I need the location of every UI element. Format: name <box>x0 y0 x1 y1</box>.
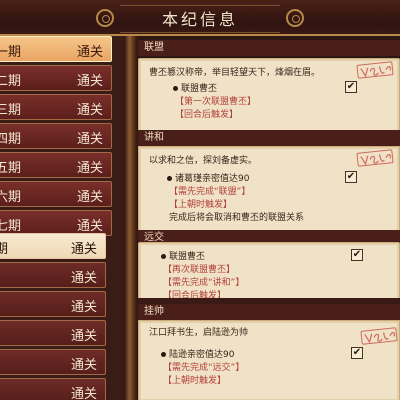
stage-item-2[interactable]: 二期 通关 <box>0 65 112 91</box>
stage-status: 通关 <box>70 329 97 344</box>
event-condition: 联盟曹丕 <box>169 252 206 262</box>
stage-name: 五期 <box>0 161 22 176</box>
stage-item-5[interactable]: 五期 通关 <box>0 152 112 178</box>
condition-checkbox[interactable]: ✔ <box>345 171 357 183</box>
ornament-right-icon <box>286 9 304 27</box>
condition-checkbox[interactable]: ✔ <box>351 249 363 261</box>
stage-item-1[interactable]: 一期 通关 <box>0 36 112 62</box>
event-desc: 曹丕篡汉称帝，举目轻望天下，烽烟在眉。 <box>149 68 321 78</box>
event-trigger: 【回合后触发】 <box>175 110 239 120</box>
stage-name: 七期 <box>0 219 22 234</box>
event-trigger: 【上朝时触发】 <box>169 200 233 210</box>
stage-status: 通关 <box>70 300 97 315</box>
stage-item-13[interactable]: 通关 <box>0 378 106 400</box>
event-panel: 联盟 曹丕篡汉称帝，举目轻望天下，烽烟在眉。 联盟曹丕 【第一次联盟曹丕】 【回… <box>138 36 400 400</box>
event-trigger: 【上朝时触发】 <box>163 376 227 386</box>
stage-item-8[interactable]: 期 通关 <box>0 233 106 259</box>
stage-item-9[interactable]: 通关 <box>0 262 106 288</box>
section-title-command: 挂帅 <box>138 304 400 320</box>
stage-status: 通关 <box>76 219 103 234</box>
event-condition: 联盟曹丕 <box>181 84 218 94</box>
stage-name: 二期 <box>0 74 22 89</box>
page-title: 本纪信息 <box>161 10 238 29</box>
stamp-icon <box>360 327 398 345</box>
stage-status: 通关 <box>76 74 103 89</box>
top-bar: 本纪信息 <box>0 0 400 36</box>
stage-item-10[interactable]: 通关 <box>0 291 106 317</box>
bullet-icon <box>161 352 166 357</box>
stage-item-4[interactable]: 四期 通关 <box>0 123 112 149</box>
stage-status: 通关 <box>76 190 103 205</box>
bullet-icon <box>173 86 178 91</box>
stage-name: 三期 <box>0 103 22 118</box>
stage-status: 通关 <box>70 242 97 257</box>
event-repeat: 【再次联盟曹丕】 <box>163 265 236 275</box>
stage-status: 通关 <box>76 45 103 60</box>
section-title-alliance: 联盟 <box>138 40 400 56</box>
stage-list: 一期 通关 二期 通关 三期 通关 四期 通关 五期 通关 六期 通关 七期 通… <box>0 36 124 400</box>
event-condition: 陆逊亲密值达90 <box>169 350 235 360</box>
stage-status: 通关 <box>76 161 103 176</box>
stage-status: 通关 <box>70 358 97 373</box>
event-requirement: 【需先完成“讲和”】 <box>163 278 245 288</box>
stage-name: 期 <box>0 242 9 257</box>
event-requirement: 【需先完成“远交”】 <box>163 363 245 373</box>
stage-item-12[interactable]: 通关 <box>0 349 106 375</box>
stage-item-3[interactable]: 三期 通关 <box>0 94 112 120</box>
event-card-command: 江口拜书生，启陆逊为帅 陆逊亲密值达90 【需先完成“远交”】 【上朝时触发】 … <box>138 320 400 400</box>
event-condition: 诸葛瑾亲密值达90 <box>175 174 250 184</box>
event-requirement: 【第一次联盟曹丕】 <box>175 97 257 107</box>
stage-status: 通关 <box>70 271 97 286</box>
stage-name: 四期 <box>0 132 22 147</box>
stage-item-11[interactable]: 通关 <box>0 320 106 346</box>
section-title-peace: 讲和 <box>138 130 400 146</box>
event-desc: 江口拜书生，启陆逊为帅 <box>149 328 249 338</box>
stage-status: 通关 <box>76 103 103 118</box>
bullet-icon <box>167 176 172 181</box>
event-note: 完成后将会取消和曹丕的联盟关系 <box>169 213 305 223</box>
event-desc: 以求和之信，探刘备虚实。 <box>149 156 258 166</box>
stage-item-6[interactable]: 六期 通关 <box>0 181 112 207</box>
stage-status: 通关 <box>76 132 103 147</box>
event-requirement: 【需先完成“联盟”】 <box>169 187 251 197</box>
stage-status: 通关 <box>70 387 97 400</box>
panel-divider <box>124 36 138 400</box>
condition-checkbox[interactable]: ✔ <box>345 81 357 93</box>
condition-checkbox[interactable]: ✔ <box>351 347 363 359</box>
stage-name: 一期 <box>0 45 22 60</box>
stamp-icon <box>356 61 394 79</box>
stamp-icon <box>356 149 394 167</box>
bullet-icon <box>161 254 166 259</box>
stage-name: 六期 <box>0 190 22 205</box>
